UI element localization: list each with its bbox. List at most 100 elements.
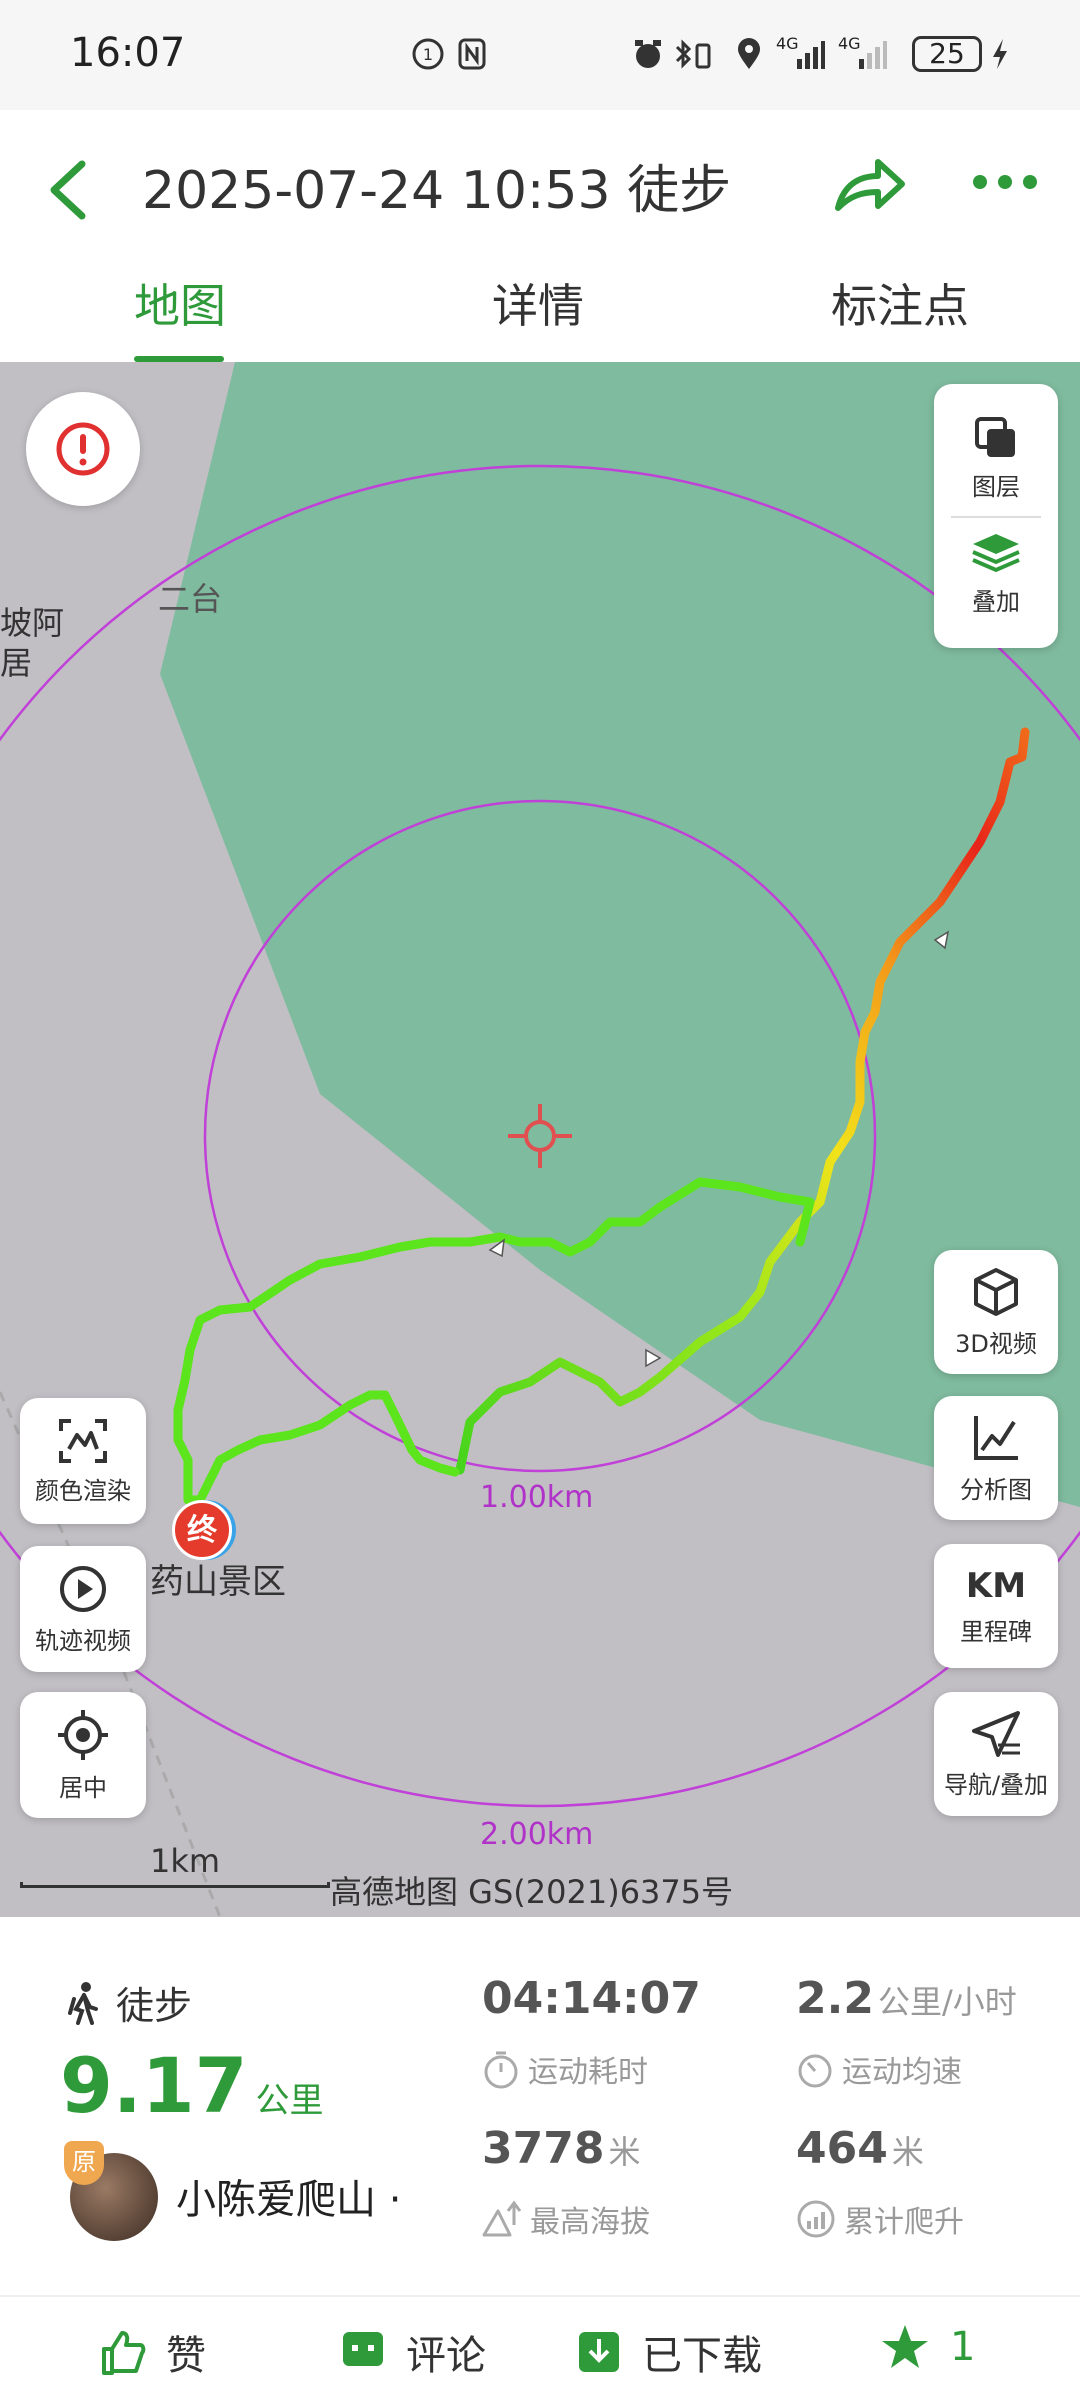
thumbs-up-icon [102,2331,146,2375]
max-altitude-text: 3778 [482,2123,605,2174]
signal-2-icon: 4G [838,34,888,74]
scenic-area-label: 药山景区 [150,1562,286,1602]
avg-speed-label: 运动均速 [796,2047,962,2091]
battery-indicator: 25 [912,36,982,72]
nfc-icon [456,34,488,74]
analysis-chart-button[interactable]: 分析图 [934,1396,1058,1520]
comment-button[interactable]: 评论 [340,2323,486,2381]
back-button[interactable] [40,150,100,230]
total-climb-unit: 米 [891,2133,924,2171]
stopwatch-icon [484,2051,518,2089]
avg-speed-unit: 公里/小时 [877,1983,1017,2021]
distance-value: 9.17 [60,2041,248,2130]
duration-value: 04:14:07 [482,1973,701,2024]
analysis-label: 分析图 [960,1475,1032,1504]
svg-text:1: 1 [423,45,433,64]
stats-panel: 徒步 9.17 公里 原 小陈爱爬山 · 04:14:07 运动耗时 2.2 公里/… [0,1917,1080,2297]
share-button[interactable] [830,146,910,226]
tab-details[interactable]: 详情 [438,270,638,336]
direction-arrow-icon [645,1348,662,1368]
play-circle-icon [60,1565,106,1612]
username[interactable]: 小陈爱爬山 · [176,2167,401,2225]
tab-marked-points[interactable]: 标注点 [800,270,1000,336]
downloaded-label: 已下载 [642,2333,762,2379]
line-chart-icon [974,1415,1018,1460]
more-button[interactable] [970,162,1040,202]
bottom-action-bar: 赞 评论 已下载 1 [0,2295,1080,2379]
alert-button[interactable] [26,392,140,506]
center-label: 居中 [59,1773,107,1802]
color-render-label: 颜色渲染 [35,1476,131,1505]
navigate-label: 导航/叠加 [943,1770,1049,1799]
scale-bar [20,1882,330,1888]
activity-type: 徒步 [66,1975,192,2030]
duration-label-text: 运动耗时 [528,2055,648,2090]
activity-type-label: 徒步 [116,1984,193,2028]
max-altitude-label: 最高海拔 [482,2197,650,2241]
layers-button[interactable]: 图层 [951,415,1041,518]
map-view[interactable]: 二台 坡阿 居 药山景区 1.00km 2.00km 终 图层 叠加 3D视频 … [0,362,1080,1917]
avg-speed-value: 2.2 公里/小时 [796,1973,1017,2024]
ring-label-1km: 1.00km [480,1480,594,1515]
layers-label: 图层 [972,473,1020,501]
charging-icon [990,34,1010,74]
layers-panel: 图层 叠加 [934,384,1058,648]
chevron-left-icon [50,160,86,220]
total-climb-label: 累计爬升 [796,2197,964,2241]
ring-label-2km: 2.00km [480,1817,594,1852]
avg-speed-label-text: 运动均速 [842,2055,962,2090]
climb-chart-icon [797,2200,835,2238]
downloaded-button[interactable]: 已下载 [576,2323,762,2381]
milestones-button[interactable]: KM 里程碑 [934,1544,1058,1668]
distance-unit: 公里 [255,2081,324,2121]
cube-icon [974,1267,1018,1316]
scale-label: 1km [150,1842,221,1880]
header: 2025-07-24 10:53 徒步 地图 详情 标注点 [0,110,1080,362]
navigation-arrow-icon [972,1710,1020,1757]
alarm-icon [630,34,666,74]
duration-text: 04:14:07 [482,1973,701,2024]
3d-video-label: 3D视频 [955,1329,1037,1358]
km-icon: KM [965,1565,1027,1606]
total-climb-value: 464 米 [796,2123,924,2174]
exclamation-icon [56,422,110,476]
locate-target-icon [58,1709,108,1760]
color-render-icon [59,1418,107,1463]
track-video-label: 轨迹视频 [35,1626,131,1655]
tab-map[interactable]: 地图 [80,270,280,336]
overlay-button[interactable]: 叠加 [969,518,1023,617]
speedometer-icon [798,2054,832,2088]
stack-overlay-icon [972,534,1020,573]
location-icon [734,34,764,74]
original-badge: 原 [64,2141,104,2185]
comment-label: 评论 [406,2333,486,2379]
total-climb-label-text: 累计爬升 [844,2205,964,2240]
3d-video-button[interactable]: 3D视频 [934,1250,1058,1374]
color-render-button[interactable]: 颜色渲染 [20,1398,146,1524]
star-icon [882,2325,928,2368]
like-label: 赞 [166,2333,206,2379]
bluetooth-battery-icon [672,34,716,74]
max-altitude-unit: 米 [608,2133,641,2171]
favorite-button[interactable]: 1 [880,2323,975,2371]
page-title: 2025-07-24 10:53 徒步 [142,161,732,221]
status-bar: 16:07 1 4G 4G 25 [0,0,1080,110]
like-button[interactable]: 赞 [100,2323,206,2381]
end-marker[interactable]: 终 [172,1500,232,1560]
center-button[interactable]: 居中 [20,1692,146,1818]
layers-icon [975,417,1015,457]
max-altitude-label-text: 最高海拔 [530,2205,650,2240]
track-video-button[interactable]: 轨迹视频 [20,1546,146,1672]
overlay-label: 叠加 [972,588,1020,616]
avg-speed-text: 2.2 [796,1973,874,2024]
navigate-overlay-button[interactable]: 导航/叠加 [934,1692,1058,1816]
app-notification-icon: 1 [410,34,446,74]
distance: 9.17 公里 [60,2041,324,2130]
place-label: 二台 [158,580,223,618]
max-altitude-value: 3778 米 [482,2123,640,2174]
hiking-icon [68,1981,98,2025]
share-arrow-icon [835,159,905,211]
map-copyright: 高德地图 GS(2021)6375号 [330,1873,734,1911]
comment-icon [343,2332,383,2366]
duration-label: 运动耗时 [482,2047,648,2091]
